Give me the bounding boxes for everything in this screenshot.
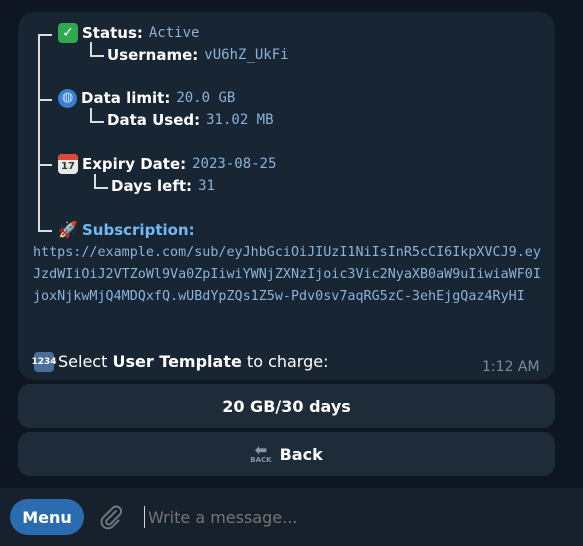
template-button[interactable]: 20 GB/30 days <box>18 384 555 428</box>
select-suffix: to charge: <box>241 352 329 371</box>
template-button-label: 20 GB/30 days <box>222 396 351 416</box>
rocket-icon: 🚀 <box>58 220 78 239</box>
subscription-url[interactable]: https://example.com/sub/eyJhbGciOiJIUzI1… <box>33 242 543 308</box>
tree-sub <box>90 108 92 122</box>
data-limit-row: ◍ Data limit: 20.0 GB <box>58 88 235 108</box>
attach-icon[interactable] <box>98 504 124 530</box>
tree-branch <box>38 164 52 166</box>
username-label: Username: <box>107 46 199 64</box>
message-input[interactable] <box>144 502 568 532</box>
select-prefix: Select <box>58 352 113 371</box>
tree-branch <box>38 34 52 36</box>
status-row: ✓ Status: Active <box>58 23 199 43</box>
composer-bar: Menu <box>0 488 583 546</box>
tree-sub <box>90 42 92 56</box>
check-mark-icon: ✓ <box>58 23 78 43</box>
back-icon-text: BACK <box>250 456 272 464</box>
menu-button-label: Menu <box>22 507 72 527</box>
tree-sub <box>94 174 96 188</box>
days-left-label: Days left: <box>111 177 193 195</box>
data-limit-label: Data limit: <box>81 89 171 107</box>
globe-icon: ◍ <box>58 88 77 108</box>
numbers-icon: 1234 <box>31 352 57 372</box>
username-value: vU6hZ_UkFi <box>204 47 289 63</box>
bot-message-bubble: ✓ Status: Active Username: vU6hZ_UkFi ◍ … <box>18 12 555 380</box>
data-used-label: Data Used: <box>107 111 201 129</box>
tree-branch <box>94 187 108 189</box>
data-used-row: Data Used: 31.02 MB <box>107 110 274 130</box>
expiry-label: Expiry Date: <box>82 155 187 173</box>
back-button-label: Back <box>279 444 323 464</box>
subscription-label[interactable]: Subscription: <box>82 220 195 240</box>
days-left-row: Days left: 31 <box>111 176 215 196</box>
expiry-row: 17 Expiry Date: 2023-08-25 <box>58 154 276 174</box>
days-left-value: 31 <box>198 178 215 194</box>
expiry-value: 2023-08-25 <box>192 156 277 172</box>
data-used-value: 31.02 MB <box>206 112 274 128</box>
back-button[interactable]: ⬅ BACK Back <box>18 432 555 476</box>
tree-trunk <box>38 35 40 231</box>
subscription-row: 🚀 Subscription: <box>58 220 195 240</box>
tree-branch <box>90 55 104 57</box>
message-time: 1:12 AM <box>482 359 540 375</box>
status-value: Active <box>148 25 200 41</box>
back-icon: ⬅ BACK <box>250 441 272 465</box>
tree-branch <box>38 230 52 232</box>
menu-button[interactable]: Menu <box>10 499 84 535</box>
tree-branch <box>38 99 52 101</box>
status-label: Status: <box>82 24 143 42</box>
calendar-icon: 17 <box>58 154 78 174</box>
tree-branch <box>90 121 104 123</box>
select-bold: User Template <box>112 352 242 371</box>
data-limit-value: 20.0 GB <box>176 90 236 106</box>
select-template-row: 1234 Select User Template to charge: <box>31 352 329 372</box>
calendar-day: 17 <box>61 161 75 172</box>
username-row: Username: vU6hZ_UkFi <box>107 45 289 65</box>
